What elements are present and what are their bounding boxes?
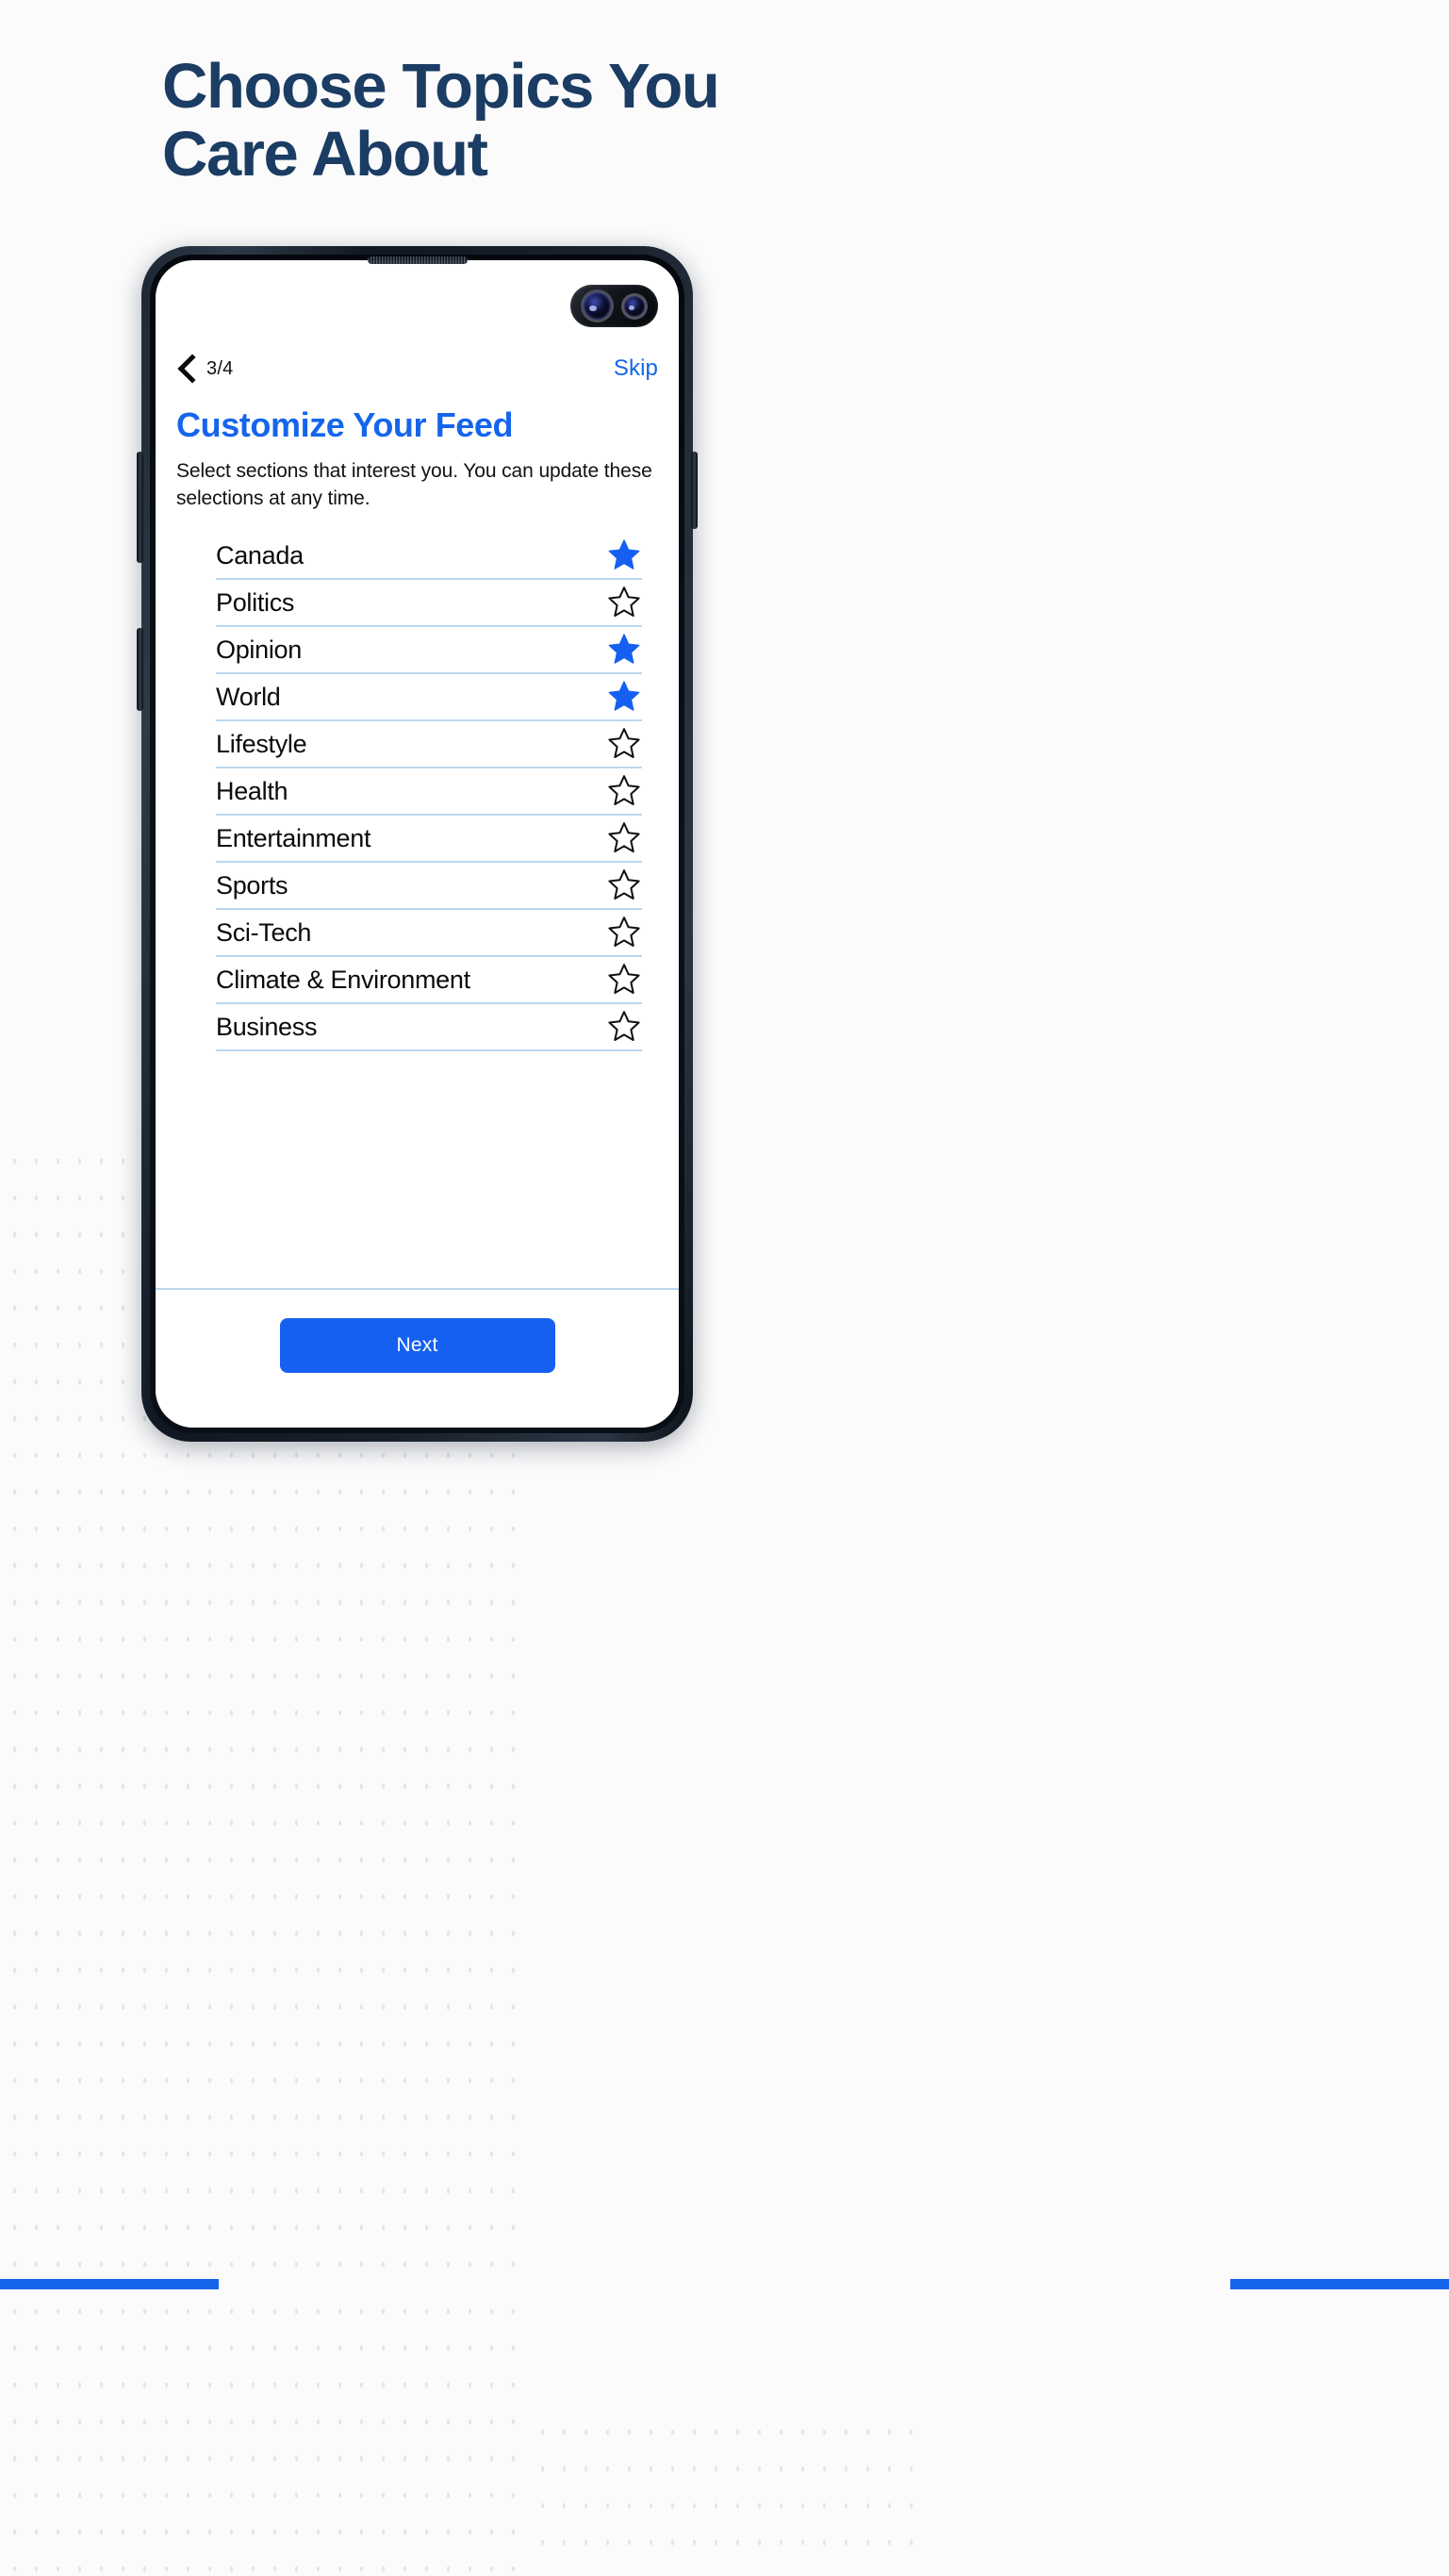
chevron-left-icon[interactable] xyxy=(176,353,197,385)
step-indicator: 3/4 xyxy=(206,357,234,379)
topic-row[interactable]: Sci-Tech xyxy=(216,910,642,958)
topic-label: Climate & Environment xyxy=(216,965,470,994)
earpiece-speaker-icon xyxy=(367,256,468,264)
phone-power-button[interactable] xyxy=(691,452,698,529)
topic-label: Sports xyxy=(216,870,288,900)
topic-row[interactable]: Sports xyxy=(216,863,642,911)
star-outline-icon[interactable] xyxy=(606,915,642,950)
accent-rule-right xyxy=(1230,2279,1449,2289)
phone-screen: 3/4 Skip Customize Your Feed Select sect… xyxy=(156,260,679,1428)
camera-lens-main-icon xyxy=(584,292,611,320)
topic-row[interactable]: Health xyxy=(216,768,642,817)
app-content: 3/4 Skip Customize Your Feed Select sect… xyxy=(156,260,679,1428)
page-title-line-1: Choose Topics You xyxy=(162,51,720,122)
star-outline-icon[interactable] xyxy=(606,773,642,809)
star-filled-icon[interactable] xyxy=(606,632,642,668)
page-title: Choose Topics You Care About xyxy=(162,53,1275,188)
topic-row[interactable]: World xyxy=(216,674,642,722)
phone-mockup: 3/4 Skip Customize Your Feed Select sect… xyxy=(137,246,698,1442)
star-filled-icon[interactable] xyxy=(606,679,642,715)
phone-bezel: 3/4 Skip Customize Your Feed Select sect… xyxy=(150,255,684,1433)
topic-row[interactable]: Opinion xyxy=(216,627,642,675)
star-outline-icon[interactable] xyxy=(606,820,642,856)
topic-label: Entertainment xyxy=(216,823,371,852)
topic-label: Lifestyle xyxy=(216,729,307,758)
accent-rule-left xyxy=(0,2279,219,2289)
screen-subtitle: Select sections that interest you. You c… xyxy=(176,460,652,509)
phone-volume-button[interactable] xyxy=(137,452,143,563)
star-outline-icon[interactable] xyxy=(606,1009,642,1045)
topic-label: Business xyxy=(216,1012,318,1041)
topic-label: World xyxy=(216,682,281,711)
camera-lens-secondary-icon xyxy=(624,295,645,317)
bottom-action-bar: Next xyxy=(156,1288,679,1428)
topic-label: Canada xyxy=(216,540,304,570)
background-dot-pattern-bottom-center xyxy=(528,2414,921,2576)
topic-row[interactable]: Canada xyxy=(216,533,642,581)
topic-label: Politics xyxy=(216,587,295,617)
app-topbar: 3/4 Skip xyxy=(176,350,658,388)
star-filled-icon[interactable] xyxy=(606,537,642,573)
skip-button[interactable]: Skip xyxy=(614,355,658,382)
page-title-line-2: Care About xyxy=(162,118,488,190)
star-outline-icon[interactable] xyxy=(606,867,642,903)
topic-row[interactable]: Entertainment xyxy=(216,816,642,864)
topic-label: Opinion xyxy=(216,635,302,664)
topic-row[interactable]: Climate & Environment xyxy=(216,957,642,1005)
star-outline-icon[interactable] xyxy=(606,962,642,998)
topic-row[interactable]: Politics xyxy=(216,580,642,628)
star-outline-icon[interactable] xyxy=(606,726,642,762)
screen-title: Customize Your Feed xyxy=(176,405,514,444)
star-outline-icon[interactable] xyxy=(606,585,642,620)
topic-row[interactable]: Business xyxy=(216,1004,642,1052)
topic-row[interactable]: Lifestyle xyxy=(216,721,642,769)
dual-camera-icon xyxy=(570,285,658,327)
topic-label: Sci-Tech xyxy=(216,917,312,947)
next-button[interactable]: Next xyxy=(279,1318,555,1373)
screenshot-canvas: Choose Topics You Care About 3/4 Skip Cu… xyxy=(0,0,1449,2576)
background-dot-pattern-right-bottom xyxy=(0,2293,528,2576)
phone-bixby-button[interactable] xyxy=(137,628,143,711)
topic-label: Health xyxy=(216,776,288,805)
